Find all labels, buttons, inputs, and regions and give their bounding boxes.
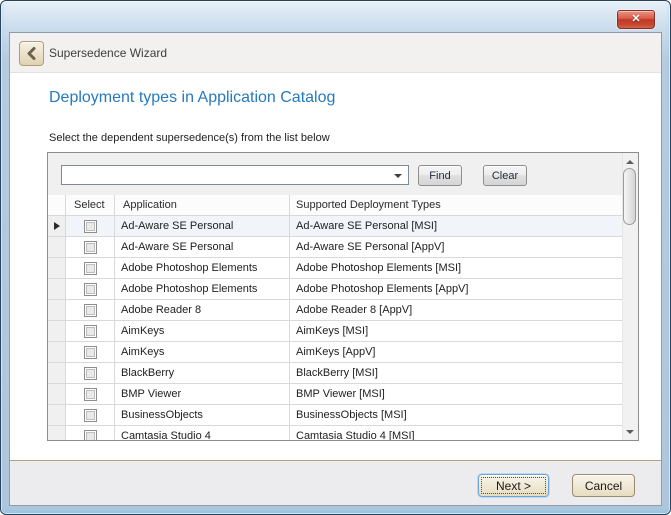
application-cell[interactable]: BMP Viewer [115, 384, 290, 405]
chevron-down-icon[interactable] [394, 174, 402, 178]
triangle-down-icon [626, 430, 634, 434]
table-row: Adobe Photoshop ElementsAdobe Photoshop … [48, 258, 622, 279]
row-header-cell[interactable] [48, 405, 66, 426]
row-header-cell[interactable] [48, 384, 66, 405]
deployment-type-cell[interactable]: BlackBerry [MSI] [290, 363, 622, 384]
select-cell [66, 363, 115, 384]
deployment-type-cell[interactable]: BMP Viewer [MSI] [290, 384, 622, 405]
wizard-window: ✕ Supersedence Wizard Deployment types i… [0, 0, 671, 515]
select-cell [66, 300, 115, 321]
close-button[interactable]: ✕ [617, 10, 655, 29]
row-header-cell[interactable] [48, 363, 66, 384]
application-cell[interactable]: AimKeys [115, 321, 290, 342]
application-cell[interactable]: Camtasia Studio 4 [115, 426, 290, 441]
deployment-type-cell[interactable]: Camtasia Studio 4 [MSI] [290, 426, 622, 441]
grid-header-row: Select Application Supported Deployment … [48, 195, 622, 216]
filter-combobox[interactable] [61, 165, 409, 185]
select-cell [66, 321, 115, 342]
select-cell [66, 405, 115, 426]
application-cell[interactable]: Adobe Photoshop Elements [115, 258, 290, 279]
table-row: AimKeysAimKeys [MSI] [48, 321, 622, 342]
select-cell [66, 342, 115, 363]
table-row: AimKeysAimKeys [AppV] [48, 342, 622, 363]
row-checkbox[interactable] [84, 346, 97, 359]
table-row: Adobe Photoshop ElementsAdobe Photoshop … [48, 279, 622, 300]
application-cell[interactable]: BusinessObjects [115, 405, 290, 426]
application-cell[interactable]: Ad-Aware SE Personal [115, 237, 290, 258]
chevron-left-icon [26, 46, 37, 61]
table-row: BusinessObjectsBusinessObjects [MSI] [48, 405, 622, 426]
table-row: Ad-Aware SE PersonalAd-Aware SE Personal… [48, 216, 622, 237]
column-header-select[interactable]: Select [66, 195, 115, 216]
vertical-scrollbar[interactable] [622, 153, 638, 440]
back-button[interactable] [19, 41, 44, 66]
select-cell [66, 279, 115, 300]
grid-corner-cell [48, 195, 66, 216]
row-checkbox[interactable] [84, 325, 97, 338]
row-checkbox[interactable] [84, 367, 97, 380]
instruction-label: Select the dependent supersedence(s) fro… [49, 132, 330, 144]
row-checkbox[interactable] [84, 241, 97, 254]
select-cell [66, 384, 115, 405]
row-header-cell[interactable] [48, 279, 66, 300]
cancel-button[interactable]: Cancel [572, 474, 635, 497]
table-row: Ad-Aware SE PersonalAd-Aware SE Personal… [48, 237, 622, 258]
column-header-deployment-types[interactable]: Supported Deployment Types [290, 195, 622, 216]
dialog-client-area: Supersedence Wizard Deployment types in … [9, 32, 662, 506]
deployment-type-cell[interactable]: Adobe Photoshop Elements [MSI] [290, 258, 622, 279]
row-checkbox[interactable] [84, 388, 97, 401]
triangle-up-icon [626, 160, 634, 164]
table-row: BMP ViewerBMP Viewer [MSI] [48, 384, 622, 405]
deployment-type-cell[interactable]: Ad-Aware SE Personal [MSI] [290, 216, 622, 237]
current-row-indicator-icon [54, 222, 60, 230]
select-cell [66, 216, 115, 237]
applications-grid: Select Application Supported Deployment … [48, 195, 622, 441]
scrollbar-thumb[interactable] [623, 168, 636, 225]
select-cell [66, 237, 115, 258]
deployment-type-cell[interactable]: Adobe Reader 8 [AppV] [290, 300, 622, 321]
row-checkbox[interactable] [84, 262, 97, 275]
find-button[interactable]: Find [418, 165, 462, 186]
scroll-down-button[interactable] [622, 423, 638, 440]
column-header-application[interactable]: Application [115, 195, 290, 216]
application-cell[interactable]: AimKeys [115, 342, 290, 363]
grid-body: Ad-Aware SE PersonalAd-Aware SE Personal… [48, 216, 622, 441]
next-button[interactable]: Next > [478, 474, 549, 497]
row-checkbox[interactable] [84, 220, 97, 233]
select-cell [66, 258, 115, 279]
application-cell[interactable]: Adobe Photoshop Elements [115, 279, 290, 300]
page-title: Deployment types in Application Catalog [49, 89, 335, 107]
row-checkbox[interactable] [84, 283, 97, 296]
row-checkbox[interactable] [84, 430, 97, 442]
supersedence-list-panel: Find Clear Select Application Supported … [47, 152, 639, 441]
table-row: Camtasia Studio 4Camtasia Studio 4 [MSI] [48, 426, 622, 441]
deployment-type-cell[interactable]: Adobe Photoshop Elements [AppV] [290, 279, 622, 300]
row-header-cell[interactable] [48, 216, 66, 237]
row-header-cell[interactable] [48, 426, 66, 441]
table-row: Adobe Reader 8Adobe Reader 8 [AppV] [48, 300, 622, 321]
wizard-title: Supersedence Wizard [49, 33, 167, 73]
filter-combobox-input[interactable] [64, 167, 388, 183]
row-checkbox[interactable] [84, 304, 97, 317]
close-icon: ✕ [631, 14, 640, 25]
footer: Next > Cancel [10, 461, 661, 505]
application-cell[interactable]: BlackBerry [115, 363, 290, 384]
application-cell[interactable]: Ad-Aware SE Personal [115, 216, 290, 237]
deployment-type-cell[interactable]: BusinessObjects [MSI] [290, 405, 622, 426]
deployment-type-cell[interactable]: AimKeys [AppV] [290, 342, 622, 363]
row-checkbox[interactable] [84, 409, 97, 422]
table-row: BlackBerryBlackBerry [MSI] [48, 363, 622, 384]
row-header-cell[interactable] [48, 237, 66, 258]
row-header-cell[interactable] [48, 321, 66, 342]
row-header-cell[interactable] [48, 300, 66, 321]
row-header-cell[interactable] [48, 342, 66, 363]
clear-button[interactable]: Clear [483, 165, 527, 186]
wizard-header: Supersedence Wizard [10, 33, 661, 73]
deployment-type-cell[interactable]: AimKeys [MSI] [290, 321, 622, 342]
row-header-cell[interactable] [48, 258, 66, 279]
application-cell[interactable]: Adobe Reader 8 [115, 300, 290, 321]
select-cell [66, 426, 115, 441]
deployment-type-cell[interactable]: Ad-Aware SE Personal [AppV] [290, 237, 622, 258]
